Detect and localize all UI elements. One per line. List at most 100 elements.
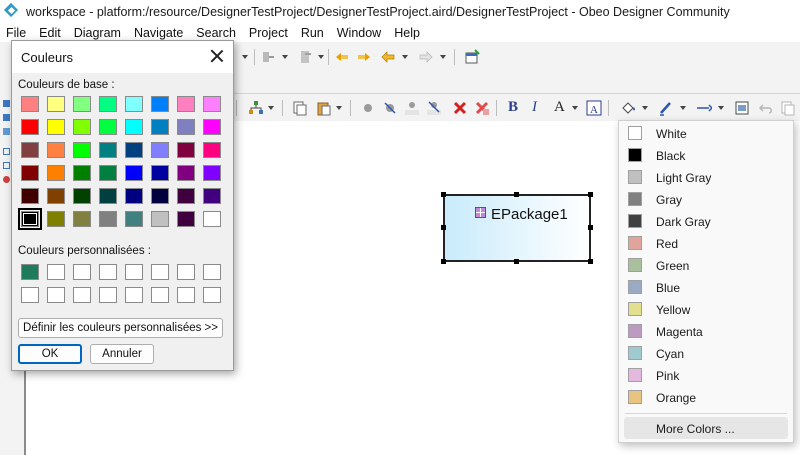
basic-color-swatch[interactable] — [203, 96, 221, 112]
basic-color-swatch[interactable] — [203, 119, 221, 135]
basic-color-swatch[interactable] — [47, 211, 65, 227]
view-icon[interactable] — [3, 162, 10, 169]
copy-format-icon[interactable] — [292, 100, 308, 116]
resize-handle[interactable] — [588, 259, 593, 264]
basic-color-swatch[interactable] — [21, 188, 39, 204]
undo-icon[interactable] — [758, 100, 774, 116]
color-menu-item[interactable]: Black — [619, 144, 793, 166]
dropdown-arrow-icon[interactable] — [642, 106, 648, 110]
cancel-button[interactable]: Annuler — [90, 344, 154, 364]
dropdown-arrow-icon[interactable] — [572, 106, 578, 110]
resize-handle[interactable] — [441, 225, 446, 230]
dropdown-arrow-icon[interactable] — [718, 106, 724, 110]
view-icon[interactable] — [3, 148, 10, 155]
basic-color-swatch[interactable] — [177, 142, 195, 158]
menu-run[interactable]: Run — [301, 26, 324, 40]
view-icon[interactable] — [3, 114, 10, 121]
custom-color-swatch[interactable] — [151, 287, 169, 303]
basic-color-swatch[interactable] — [73, 142, 91, 158]
basic-color-swatch[interactable] — [203, 165, 221, 181]
custom-color-swatch[interactable] — [125, 287, 143, 303]
custom-color-swatch[interactable] — [47, 287, 65, 303]
arrange-icon[interactable] — [248, 100, 264, 116]
basic-color-swatch[interactable] — [125, 119, 143, 135]
basic-color-swatch[interactable] — [21, 96, 39, 112]
ok-button[interactable]: OK — [18, 344, 82, 364]
dropdown-arrow-icon[interactable] — [318, 55, 324, 59]
basic-color-swatch[interactable] — [151, 188, 169, 204]
color-menu-item[interactable]: Orange — [619, 386, 793, 408]
color-menu-item[interactable]: White — [619, 122, 793, 144]
basic-color-swatch[interactable] — [125, 188, 143, 204]
color-menu-item[interactable]: Cyan — [619, 342, 793, 364]
basic-color-swatch[interactable] — [125, 142, 143, 158]
previous-annotation-icon[interactable] — [334, 49, 350, 65]
custom-color-swatch[interactable] — [73, 264, 91, 280]
basic-color-swatch[interactable] — [47, 96, 65, 112]
delete-from-model-icon[interactable] — [474, 100, 490, 116]
basic-color-swatch[interactable] — [21, 119, 39, 135]
color-menu-item[interactable]: Yellow — [619, 298, 793, 320]
resize-handle[interactable] — [514, 259, 519, 264]
basic-color-swatch[interactable] — [99, 119, 117, 135]
basic-color-swatch[interactable] — [151, 96, 169, 112]
back-arrow-icon[interactable] — [380, 49, 396, 65]
copy-icon[interactable] — [780, 100, 796, 116]
show-label-icon[interactable] — [404, 100, 420, 116]
custom-color-swatch[interactable] — [99, 287, 117, 303]
fill-color-icon[interactable] — [620, 100, 636, 116]
basic-color-swatch[interactable] — [125, 165, 143, 181]
basic-color-swatch[interactable] — [99, 96, 117, 112]
custom-color-swatch[interactable] — [203, 287, 221, 303]
basic-color-swatch[interactable] — [73, 165, 91, 181]
dropdown-arrow-icon[interactable] — [242, 55, 248, 59]
menu-project[interactable]: Project — [249, 26, 288, 40]
bold-button[interactable]: B — [508, 99, 518, 116]
color-menu-item[interactable]: Light Gray — [619, 166, 793, 188]
custom-color-swatch[interactable] — [21, 287, 39, 303]
custom-color-swatch[interactable] — [177, 264, 195, 280]
forward-arrow-icon[interactable] — [418, 49, 434, 65]
basic-color-swatch[interactable] — [125, 96, 143, 112]
basic-color-swatch[interactable] — [177, 188, 195, 204]
color-menu-item[interactable]: Red — [619, 232, 793, 254]
dropdown-arrow-icon[interactable] — [336, 106, 342, 110]
basic-color-swatch[interactable] — [47, 119, 65, 135]
dropdown-arrow-icon[interactable] — [402, 55, 408, 59]
basic-color-swatch[interactable] — [203, 142, 221, 158]
basic-color-swatch[interactable] — [21, 165, 39, 181]
resize-handle[interactable] — [441, 259, 446, 264]
next-annotation-icon[interactable] — [356, 49, 372, 65]
color-menu-item[interactable]: Magenta — [619, 320, 793, 342]
color-menu-item[interactable]: Dark Gray — [619, 210, 793, 232]
basic-color-swatch[interactable] — [151, 142, 169, 158]
hide-label-icon[interactable] — [426, 100, 442, 116]
basic-color-swatch[interactable] — [73, 119, 91, 135]
menu-search[interactable]: Search — [196, 26, 236, 40]
custom-color-swatch[interactable] — [99, 264, 117, 280]
color-menu-item[interactable]: Blue — [619, 276, 793, 298]
basic-color-swatch[interactable] — [18, 208, 42, 230]
menu-help[interactable]: Help — [394, 26, 420, 40]
color-menu-item[interactable]: Green — [619, 254, 793, 276]
custom-color-swatch[interactable] — [47, 264, 65, 280]
font-dialog-icon[interactable]: A — [586, 100, 602, 116]
basic-color-swatch[interactable] — [151, 211, 169, 227]
basic-color-swatch[interactable] — [73, 96, 91, 112]
font-color-button[interactable]: A — [554, 99, 565, 116]
basic-color-swatch[interactable] — [151, 119, 169, 135]
resize-handle[interactable] — [588, 225, 593, 230]
basic-color-swatch[interactable] — [99, 211, 117, 227]
dropdown-arrow-icon[interactable] — [680, 106, 686, 110]
close-icon[interactable] — [209, 48, 225, 64]
basic-color-swatch[interactable] — [151, 165, 169, 181]
custom-color-swatch[interactable] — [151, 264, 169, 280]
basic-color-swatch[interactable] — [203, 211, 221, 227]
custom-color-swatch[interactable] — [125, 264, 143, 280]
basic-color-swatch[interactable] — [47, 188, 65, 204]
basic-color-swatch[interactable] — [177, 165, 195, 181]
basic-color-swatch[interactable] — [47, 165, 65, 181]
basic-color-swatch[interactable] — [47, 142, 65, 158]
menu-file[interactable]: File — [6, 26, 26, 40]
menu-diagram[interactable]: Diagram — [74, 26, 121, 40]
